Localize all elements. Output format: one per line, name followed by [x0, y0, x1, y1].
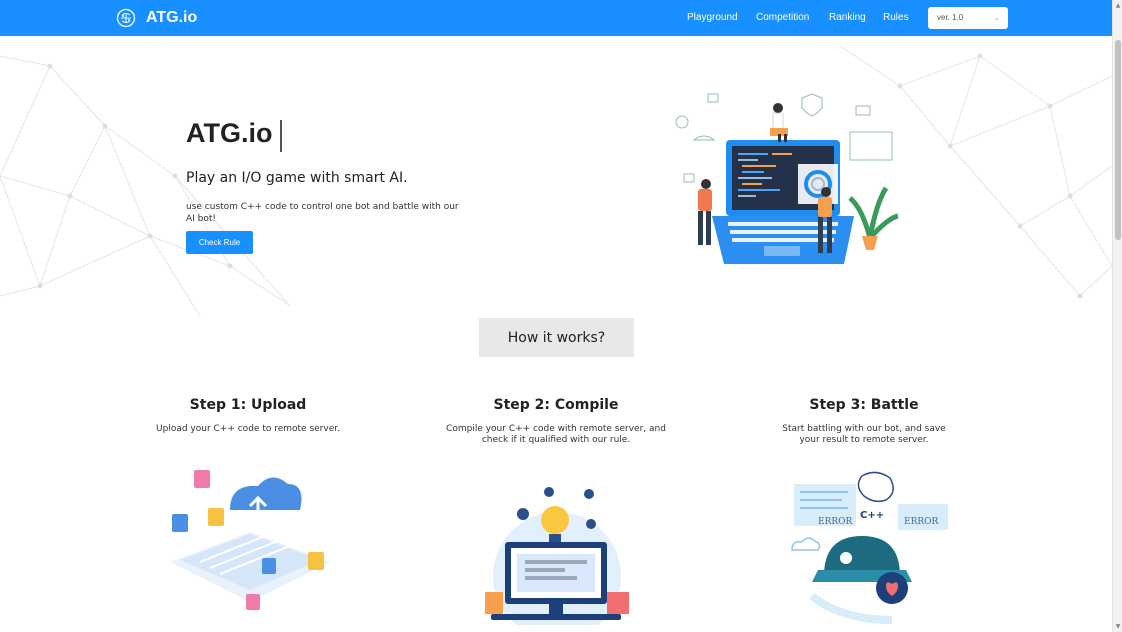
scroll-up-icon[interactable]: ▲	[1115, 2, 1121, 9]
version-select[interactable]: ver. 1.0 ⌄	[928, 7, 1008, 29]
nav-competition[interactable]: Competition	[756, 12, 809, 23]
scroll-down-icon[interactable]: ▼	[1115, 623, 1121, 630]
typing-cursor	[280, 120, 282, 152]
battle-robot-illustration: ERROR C++ ERROR	[791, 471, 948, 624]
step-1-description: Upload your C++ code to remote server.	[156, 424, 340, 434]
brand[interactable]: ATG.io	[116, 6, 197, 30]
check-rule-button[interactable]: Check Rule	[186, 231, 253, 254]
step-1-title: Step 1: Upload	[189, 397, 307, 413]
step-2-description: Compile your C++ code with remote server…	[446, 424, 666, 445]
brand-name: ATG.io	[146, 9, 198, 26]
nav-rules[interactable]: Rules	[883, 12, 909, 23]
step-2-title: Step 2: Compile	[493, 397, 619, 413]
laptop-coding-illustration	[675, 93, 899, 264]
hero-subtitle: Play an I/O game with smart AI.	[186, 170, 408, 186]
error-label-left: ERROR	[818, 517, 853, 527]
nav-ranking[interactable]: Ranking	[829, 12, 866, 23]
hero-title: ATG.io	[186, 118, 273, 148]
compile-computer-illustration	[485, 487, 629, 625]
page-scrollbar[interactable]: ▲ ▼	[1112, 0, 1122, 632]
how-it-works-heading: How it works?	[479, 318, 634, 357]
brain-circuit-icon	[116, 8, 136, 28]
nav-playground[interactable]: Playground	[687, 12, 738, 23]
cpp-label: C++	[860, 510, 884, 521]
error-label-right: ERROR	[904, 517, 939, 527]
hero-description: use custom C++ code to control one bot a…	[186, 202, 459, 224]
cloud-upload-illustration	[170, 470, 330, 610]
scrollbar-thumb[interactable]	[1115, 40, 1121, 240]
version-select-value: ver. 1.0	[937, 13, 964, 22]
step-3-title: Step 3: Battle	[809, 397, 919, 413]
chevron-down-icon: ⌄	[993, 13, 1000, 22]
step-3-description: Start battling with our bot, and save yo…	[782, 424, 946, 445]
top-navbar: ATG.io Playground Competition Ranking Ru…	[0, 0, 1112, 36]
